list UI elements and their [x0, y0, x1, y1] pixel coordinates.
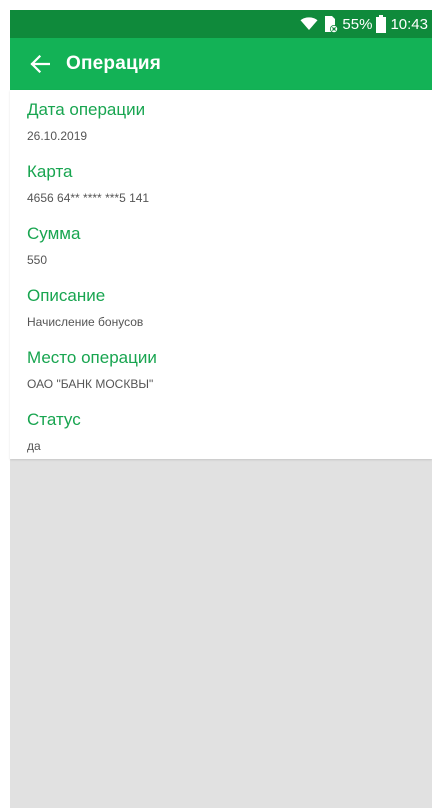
field-label: Место операции	[27, 348, 157, 367]
battery-percent: 55%	[342, 15, 373, 33]
field-label: Статус	[27, 410, 81, 429]
screen: 55% 10:43 Операция Дата операции 26.10.2…	[10, 10, 432, 808]
app-bar: Операция	[10, 38, 432, 90]
field-value: 550	[27, 253, 48, 267]
field-card: Карта 4656 64** **** ***5 141	[10, 158, 432, 220]
field-label: Описание	[27, 286, 106, 305]
battery-icon	[376, 15, 387, 33]
field-value: да	[27, 439, 41, 453]
back-button[interactable]	[28, 52, 52, 76]
field-status: Статус да	[10, 406, 432, 468]
status-bar: 55% 10:43	[10, 10, 432, 38]
wifi-icon	[300, 17, 318, 31]
clock: 10:43	[390, 15, 428, 33]
field-value: 26.10.2019	[27, 129, 88, 143]
field-description: Описание Начисление бонусов	[10, 282, 432, 344]
no-sim-icon	[322, 15, 339, 33]
arrow-left-icon	[30, 55, 50, 73]
field-label: Дата операции	[27, 100, 146, 119]
field-label: Карта	[27, 162, 73, 181]
field-label: Сумма	[27, 224, 81, 243]
field-place: Место операции ОАО "БАНК МОСКВЫ"	[10, 344, 432, 406]
field-value: Начисление бонусов	[27, 315, 144, 329]
page-title: Операция	[66, 53, 162, 74]
field-value: ОАО "БАНК МОСКВЫ"	[27, 377, 154, 391]
operation-details: Дата операции 26.10.2019 Карта 4656 64**…	[10, 90, 432, 459]
field-amount: Сумма 550	[10, 220, 432, 282]
field-value: 4656 64** **** ***5 141	[27, 191, 150, 205]
field-date: Дата операции 26.10.2019	[10, 96, 432, 158]
